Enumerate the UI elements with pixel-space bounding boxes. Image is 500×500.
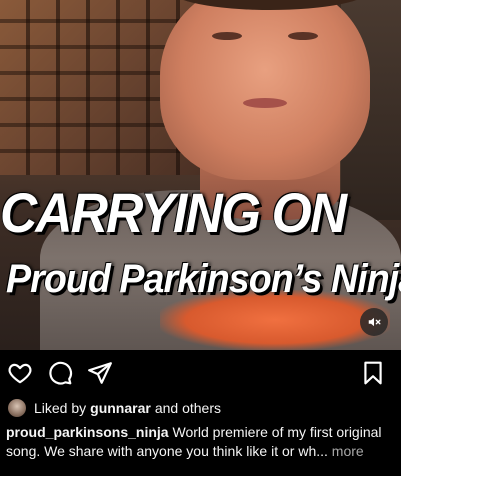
caption-more-link[interactable]: more: [332, 443, 364, 459]
comment-button[interactable]: [47, 360, 73, 386]
video-overlay-subtitle: Proud Parkinson’s Ninja: [6, 257, 401, 301]
mute-button[interactable]: [360, 308, 388, 336]
speaker-muted-icon: [368, 317, 381, 327]
right-eye: [288, 32, 318, 40]
liker-username[interactable]: gunnarar: [90, 400, 151, 416]
action-bar: [0, 350, 401, 394]
share-button[interactable]: [87, 360, 113, 386]
mouth: [243, 98, 287, 108]
heart-icon: [8, 363, 32, 384]
likes-others[interactable]: and others: [155, 400, 221, 416]
likes-summary: Liked by gunnarar and others: [8, 398, 221, 418]
like-button[interactable]: [7, 360, 33, 386]
comment-bubble-icon: [49, 361, 73, 385]
likes-prefix: Liked by: [34, 400, 87, 416]
liker-avatar[interactable]: [8, 399, 26, 417]
face: [160, 0, 370, 180]
post-caption: proud_parkinsons_ninja World premiere of…: [6, 423, 396, 461]
caption-username[interactable]: proud_parkinsons_ninja: [6, 424, 169, 440]
bookmark-icon: [364, 361, 382, 385]
paper-plane-icon: [88, 362, 112, 384]
left-eye: [212, 32, 242, 40]
video-media[interactable]: CARRYING ON Proud Parkinson’s Ninja: [0, 0, 401, 350]
save-button[interactable]: [360, 360, 386, 386]
instagram-post: CARRYING ON Proud Parkinson’s Ninja Like…: [0, 0, 401, 476]
video-overlay-title: CARRYING ON: [0, 181, 347, 244]
